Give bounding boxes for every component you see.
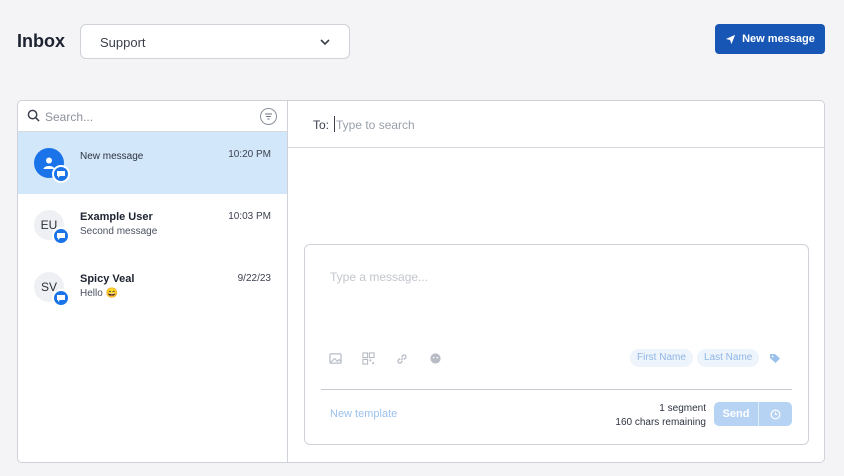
new-template-link[interactable]: New template [330,408,397,420]
variable-first-name[interactable]: First Name [630,349,693,367]
conversation-row[interactable]: New message 10:20 PM [18,132,287,194]
link-icon[interactable] [395,352,409,366]
conversation-time: 10:03 PM [228,211,271,222]
conversation-preview: Second message [80,226,158,237]
clock-icon [770,409,781,419]
conversation-name: Spicy Veal [80,273,135,285]
composer-toolbar [329,352,442,366]
message-counter: 1 segment 160 chars remaining [615,402,706,430]
inbox-select-value: Support [100,35,146,50]
send-button[interactable]: Send [714,402,758,426]
to-label: To: [313,118,330,132]
recipient-bar: To: Type to search [288,101,824,148]
conversation-row[interactable]: EU Example User Second message 10:03 PM [18,194,287,256]
conversation-time: 9/22/23 [237,273,271,284]
chat-bubble-icon [52,165,70,183]
search-bar[interactable]: Search... [18,101,287,132]
chars-remaining: 160 chars remaining [615,417,706,428]
search-input[interactable]: Search... [45,110,93,124]
message-composer: Type a message... First Name Last Name N… [304,244,809,445]
new-message-label: New message [742,33,815,45]
schedule-button[interactable] [758,402,792,426]
text-cursor [334,116,335,132]
segment-count: 1 segment [659,403,706,414]
conversation-preview: New message [80,151,144,162]
inbox-select[interactable]: Support [80,24,350,59]
conversation-name: Example User [80,211,153,223]
new-message-button[interactable]: New message [715,24,825,54]
variable-last-name[interactable]: Last Name [697,349,760,367]
inbox-panel: Search... New message 10:20 PM EU Exampl… [17,100,825,463]
emoji-icon[interactable] [429,352,442,365]
qr-icon[interactable] [362,352,375,365]
chevron-down-icon [320,39,330,46]
conversation-time: 10:20 PM [228,149,271,160]
conversation-row[interactable]: SV Spicy Veal Hello 😄 9/22/23 [18,256,287,318]
page-title: Inbox [17,31,65,51]
tag-icon[interactable] [769,353,781,364]
filter-icon [265,113,272,120]
filter-button[interactable] [260,108,277,125]
conversation-list: Search... New message 10:20 PM EU Exampl… [18,101,288,462]
image-icon[interactable] [329,352,342,365]
send-group: Send [714,402,792,426]
recipient-input[interactable]: Type to search [336,118,415,132]
send-icon [726,34,736,44]
composer-divider [321,389,792,390]
chat-bubble-icon [52,289,70,307]
chat-bubble-icon [52,227,70,245]
search-icon [27,109,40,122]
message-input[interactable]: Type a message... [330,270,428,284]
conversation-preview: Hello 😄 [80,288,119,299]
